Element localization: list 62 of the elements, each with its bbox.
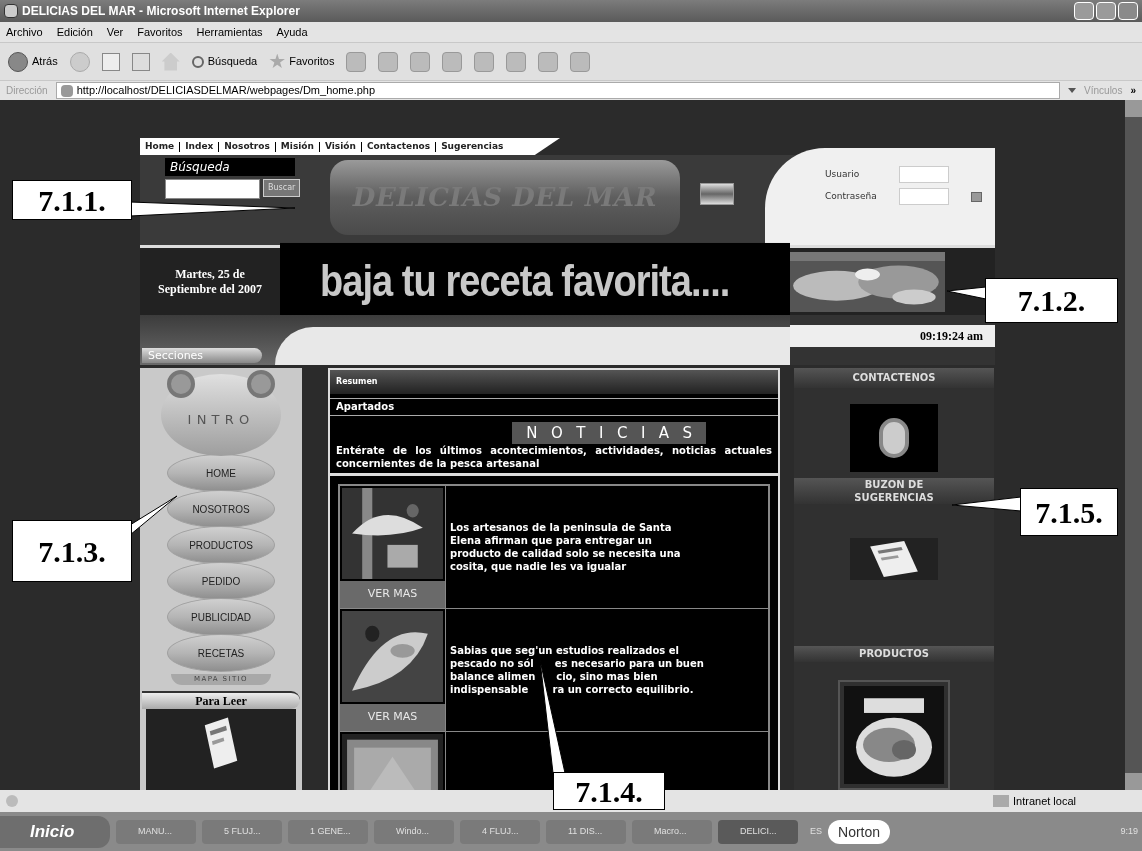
- callout-label: 7.1.4.: [553, 772, 665, 810]
- callout-label: 7.1.5.: [1020, 488, 1118, 536]
- news-text: Los artesanos de la peninsula de Santa Elena afirman que para entregar un producto de calidad solo se necesita una cosita, que nadie les va igualar: [449, 521, 681, 573]
- nav-link[interactable]: Nosotros: [224, 139, 270, 154]
- search-button[interactable]: Búsqueda: [191, 53, 258, 70]
- nav-link[interactable]: Sugerencias: [441, 139, 504, 154]
- menu-item[interactable]: Edición: [56, 23, 93, 41]
- clock-label: 9:19: [1120, 824, 1138, 838]
- search-field[interactable]: [165, 179, 260, 199]
- menu-item[interactable]: PRODUCTOS: [167, 526, 275, 564]
- window-title: DELICIAS DEL MAR - Microsoft Internet Explorer: [22, 3, 300, 20]
- search-icon: [191, 55, 204, 68]
- zone-label: Intranet local: [1013, 793, 1076, 809]
- products-heading: PRODUCTOS: [859, 647, 929, 661]
- menu-item[interactable]: PEDIDO: [167, 562, 275, 600]
- subtitle-bar: Apartados: [330, 398, 778, 416]
- callout-label: 7.1.3.: [12, 520, 132, 582]
- nav-link[interactable]: Misión: [280, 139, 314, 154]
- antivirus-button[interactable]: Norton: [828, 819, 891, 844]
- taskbar-button[interactable]: DELICI...: [718, 819, 798, 844]
- suggestions-heading: BUZON DE SUGERENCIAS: [794, 478, 994, 504]
- clock-panel: 09:19:24 am: [790, 325, 995, 347]
- address-label: Dirección: [6, 84, 48, 98]
- summary-bar: Resumen: [330, 370, 778, 394]
- contact-heading: CONTACTENOS: [794, 368, 994, 388]
- intro-text: Entérate de los últimos acontecimientos, actividades, noticias actuales concernientes de la pesca artesanal: [335, 444, 773, 470]
- menu-item[interactable]: PUBLICIDAD: [167, 598, 275, 636]
- user-label: Usuario: [825, 167, 861, 181]
- chevron-label[interactable]: »: [1130, 83, 1136, 98]
- menu-item[interactable]: RECETAS: [167, 634, 275, 672]
- menu-item[interactable]: HOME: [167, 454, 275, 492]
- see-more-button[interactable]: VER MAS: [340, 581, 445, 608]
- reading-title: Para Leer: [142, 690, 300, 709]
- news-text: Sabias que seg'un estudios realizados el pescado no sól es necesario para un buen balance alimen cio, sino mas bien indispensable ra un correcto equilibrio.: [449, 644, 704, 696]
- callout-label: 7.1.1.: [12, 180, 132, 220]
- menu-item[interactable]: Ayuda: [276, 23, 308, 41]
- date-text: Martes, 25 de Septiembre del 2007: [157, 265, 263, 298]
- news-heading: NOTICIAS: [512, 422, 706, 444]
- menu-item[interactable]: Archivo: [6, 23, 43, 41]
- nav-link[interactable]: Contactenos: [366, 139, 431, 154]
- password-field[interactable]: [899, 188, 949, 205]
- nav-link[interactable]: Home: [145, 139, 175, 154]
- eye-icon: [167, 370, 195, 398]
- callout-label: 7.1.2.: [985, 278, 1118, 323]
- menu-item[interactable]: Herramientas: [196, 23, 263, 41]
- nav-link[interactable]: Index: [185, 139, 214, 154]
- eye-icon: [247, 370, 275, 398]
- dropdown-icon[interactable]: [1068, 88, 1077, 93]
- intro-label[interactable]: INTRO: [187, 410, 255, 430]
- callout-pointer: [950, 495, 1022, 515]
- search-title: Búsqueda: [165, 158, 295, 176]
- back-button-label[interactable]: Atrás: [32, 53, 58, 70]
- start-button[interactable]: Inicio: [0, 815, 110, 848]
- nav-link[interactable]: Visión: [324, 139, 356, 154]
- menu-item[interactable]: Favoritos: [137, 23, 183, 41]
- menu-item[interactable]: NOSOTROS: [167, 490, 275, 528]
- address-field[interactable]: http://localhost/DELICIASDELMAR/webpages/Dm_home.php: [55, 82, 1061, 99]
- user-field[interactable]: [899, 166, 949, 183]
- password-label: Contraseña: [825, 189, 878, 203]
- menu-item[interactable]: Ver: [106, 23, 124, 41]
- favorites-button[interactable]: Favoritos: [269, 53, 335, 70]
- see-more-button[interactable]: VER MAS: [340, 704, 445, 731]
